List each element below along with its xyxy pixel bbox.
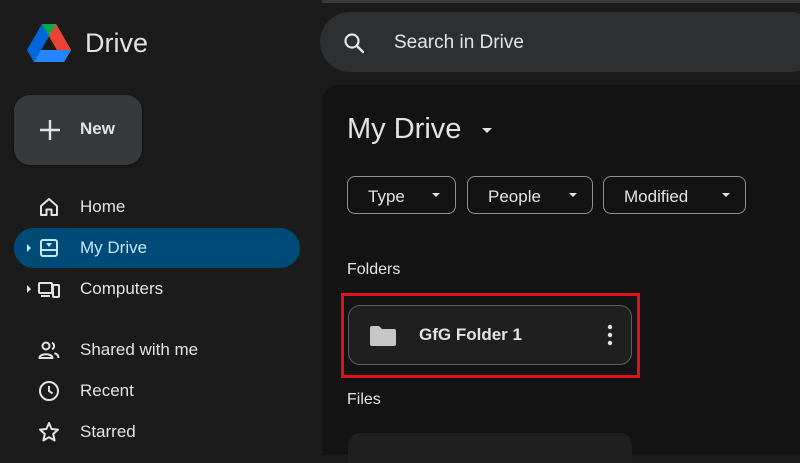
sidebar-item-label: Home [80,197,126,216]
chevron-down-icon [569,193,577,197]
title-dropdown-icon[interactable] [480,126,494,136]
folder-card[interactable]: GfG Folder 1 [348,305,632,365]
expand-caret-icon[interactable] [25,242,33,254]
home-icon [40,198,58,216]
filter-chip-label: Type [368,187,405,206]
files-heading: Files [347,391,381,408]
sidebar-item-my-drive[interactable]: My Drive [14,228,300,268]
my-drive-icon [40,239,58,257]
chevron-down-icon [722,193,730,197]
folders-heading: Folders [347,261,401,278]
app-title: Drive [85,28,149,58]
star-icon [39,422,59,442]
expand-caret-icon[interactable] [25,283,33,295]
filter-chip-type[interactable]: Type [347,176,456,214]
file-card[interactable] [348,433,632,463]
search-input[interactable] [392,29,796,57]
sidebar: Drive New Home My Drive Computers Shared… [0,0,322,442]
shared-icon [38,341,60,359]
sidebar-item-shared-with-me[interactable]: Shared with me [14,330,300,370]
plus-icon [40,120,60,140]
sidebar-item-label: Shared with me [80,340,199,359]
chevron-down-icon [432,193,440,197]
new-button-label: New [80,119,115,138]
more-options-icon[interactable] [607,323,613,347]
drive-logo-icon [27,24,71,62]
sidebar-item-recent[interactable]: Recent [14,371,300,411]
recent-icon [39,381,59,401]
sidebar-item-label: Computers [80,279,164,298]
sidebar-item-label: Recent [80,381,134,400]
sidebar-item-starred[interactable]: Starred [14,412,300,452]
filter-chip-label: People [488,187,541,206]
new-button[interactable]: New [14,95,142,165]
computers-icon [38,282,60,298]
page-title: My Drive [347,113,462,145]
sidebar-item-home[interactable]: Home [14,187,300,227]
main-content: My Drive Type People Modified Folders Gf… [322,85,800,463]
sidebar-item-label: Starred [80,422,136,441]
filter-chip-modified[interactable]: Modified [603,176,746,214]
sidebar-item-label: My Drive [80,238,148,257]
folder-icon [370,326,396,346]
filter-chip-label: Modified [624,187,689,206]
sidebar-item-computers[interactable]: Computers [14,269,300,309]
folder-name: GfG Folder 1 [419,325,522,344]
search-bar[interactable] [320,12,800,72]
search-icon[interactable] [342,31,366,55]
filter-chip-people[interactable]: People [467,176,593,214]
